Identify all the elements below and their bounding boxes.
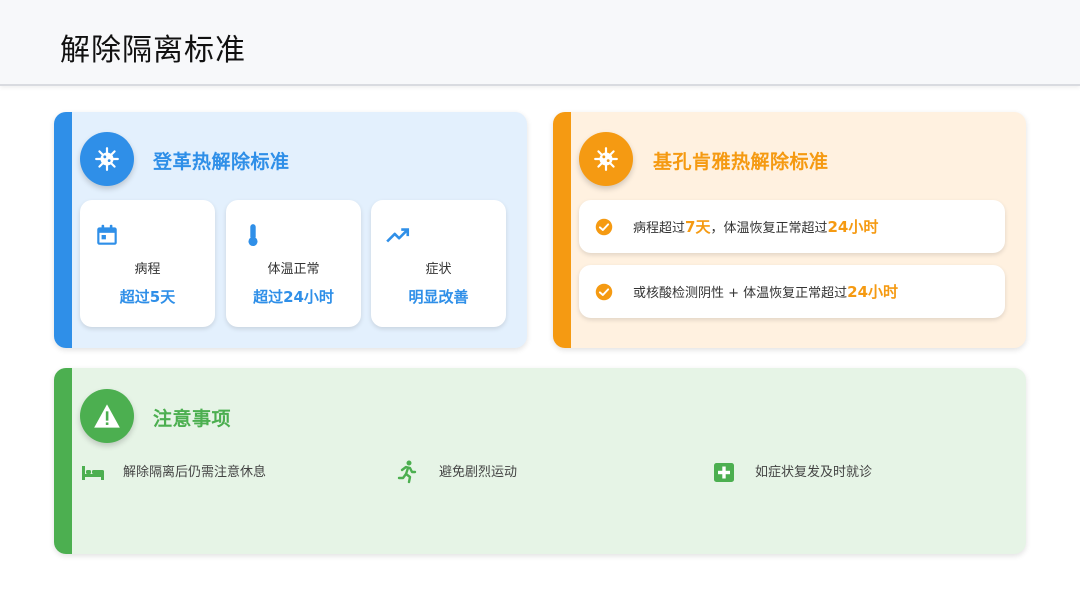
dengue-criterion-duration: 病程 超过5天 [80, 200, 215, 327]
criterion-label: 体温正常 [267, 262, 320, 277]
medical-cross-icon [712, 460, 738, 484]
dengue-title: 登革热解除标准 [153, 151, 290, 173]
virus-icon [80, 132, 134, 186]
criterion-value: 明显改善 [408, 288, 469, 306]
criterion-label: 症状 [425, 262, 452, 277]
calendar-icon [94, 222, 120, 248]
criterion-row: 或核酸检测阴性 + 体温恢复正常超过24小时 [579, 265, 1005, 318]
check-circle-icon [595, 283, 613, 301]
running-icon [396, 460, 422, 484]
accent-bar [54, 368, 72, 554]
chikungunya-title: 基孔肯雅热解除标准 [653, 151, 829, 173]
criterion-text: 病程超过7天，体温恢复正常超过24小时 [633, 218, 879, 236]
note-text: 解除隔离后仍需注意休息 [123, 465, 267, 480]
criterion-text: 或核酸检测阴性 + 体温恢复正常超过24小时 [633, 283, 899, 301]
trending-up-icon [385, 222, 411, 248]
accent-bar [553, 112, 571, 348]
virus-icon [579, 132, 633, 186]
criterion-value: 超过5天 [119, 288, 176, 306]
notes-title: 注意事项 [153, 408, 232, 430]
header: 解除隔离标准 [0, 0, 1080, 86]
accent-bar [54, 112, 72, 348]
dengue-criterion-symptoms: 症状 明显改善 [371, 200, 506, 327]
dengue-criterion-temperature: 体温正常 超过24小时 [226, 200, 361, 327]
note-text: 避免剧烈运动 [439, 465, 518, 480]
check-circle-icon [595, 218, 613, 236]
warning-icon [80, 389, 134, 443]
thermometer-icon [240, 222, 266, 248]
bed-icon [80, 460, 106, 484]
criterion-label: 病程 [134, 262, 161, 277]
criterion-value: 超过24小时 [253, 288, 334, 306]
criterion-row: 病程超过7天，体温恢复正常超过24小时 [579, 200, 1005, 253]
note-text: 如症状复发及时就诊 [755, 465, 873, 480]
page-title: 解除隔离标准 [60, 33, 246, 68]
